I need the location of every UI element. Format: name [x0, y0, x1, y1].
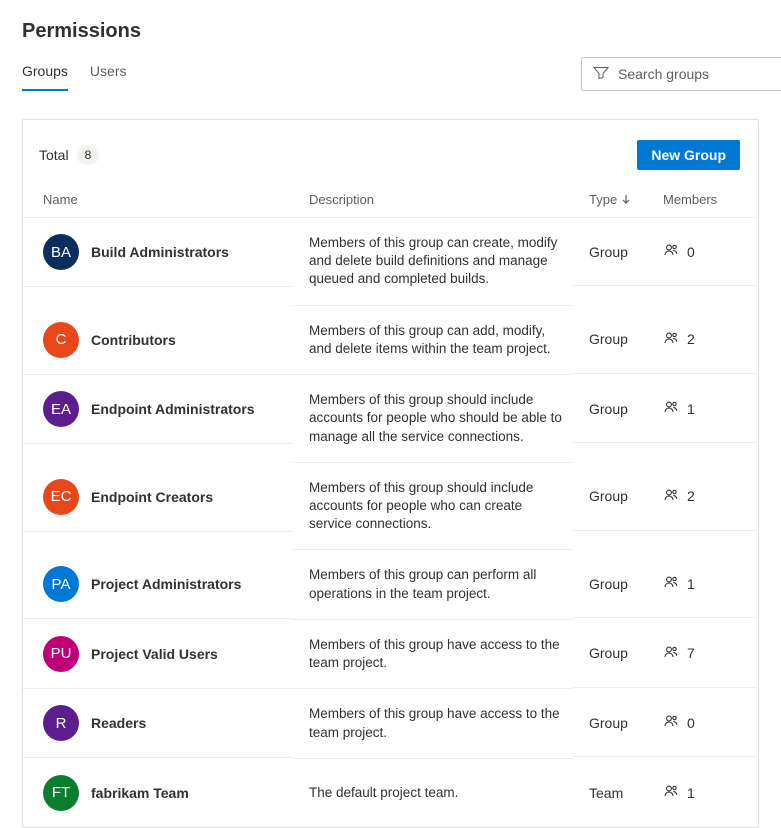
table-row-members: 0: [647, 689, 757, 757]
table-row-type: Group: [573, 550, 647, 618]
column-header-members[interactable]: Members: [647, 184, 757, 218]
filter-icon: [593, 65, 609, 84]
members-icon: [663, 330, 679, 349]
group-name: Build Administrators: [91, 244, 229, 260]
table-row-description: Members of this group have access to the…: [293, 620, 573, 689]
total-label: Total 8: [39, 145, 99, 165]
group-name: Endpoint Administrators: [91, 401, 255, 417]
new-group-button[interactable]: New Group: [637, 140, 740, 170]
table-row-type: Group: [573, 620, 647, 688]
avatar: FT: [43, 775, 79, 811]
avatar: EA: [43, 391, 79, 427]
avatar: PA: [43, 566, 79, 602]
tab-groups[interactable]: Groups: [22, 57, 68, 91]
table-row-description: Members of this group have access to the…: [293, 689, 573, 758]
table-row-name[interactable]: FT fabrikam Team: [23, 759, 293, 827]
search-input[interactable]: [581, 57, 781, 91]
members-icon: [663, 242, 679, 261]
members-icon: [663, 399, 679, 418]
table-row-members: 1: [647, 550, 757, 618]
table-row-description: Members of this group can add, modify, a…: [293, 306, 573, 375]
table-row-type: Group: [573, 463, 647, 531]
table-row-type: Team: [573, 759, 647, 827]
members-count: 0: [687, 715, 695, 731]
members-icon: [663, 574, 679, 593]
group-name: Project Administrators: [91, 576, 241, 592]
avatar: C: [43, 322, 79, 358]
members-count: 1: [687, 785, 695, 801]
table-row-description: Members of this group should include acc…: [293, 463, 573, 551]
table-row-members: 1: [647, 375, 757, 443]
members-icon: [663, 644, 679, 663]
members-icon: [663, 783, 679, 802]
members-icon: [663, 487, 679, 506]
table-row-description: Members of this group can create, modify…: [293, 218, 573, 306]
group-name: Contributors: [91, 332, 176, 348]
table-row-members: 2: [647, 306, 757, 374]
table-row-type: Group: [573, 218, 647, 286]
table-row-name[interactable]: EA Endpoint Administrators: [23, 375, 293, 444]
column-header-name[interactable]: Name: [23, 184, 293, 218]
column-header-type[interactable]: Type: [573, 184, 647, 218]
page-title: Permissions: [22, 20, 759, 43]
members-count: 1: [687, 401, 695, 417]
sort-descending-icon: [621, 192, 631, 207]
table-row-name[interactable]: PA Project Administrators: [23, 550, 293, 619]
tab-users[interactable]: Users: [90, 57, 127, 91]
avatar: BA: [43, 234, 79, 270]
table-row-members: 7: [647, 620, 757, 688]
table-row-description: Members of this group should include acc…: [293, 375, 573, 463]
members-count: 2: [687, 488, 695, 504]
table-row-type: Group: [573, 689, 647, 757]
group-name: Project Valid Users: [91, 646, 218, 662]
members-count: 1: [687, 576, 695, 592]
table-row-name[interactable]: EC Endpoint Creators: [23, 463, 293, 532]
members-icon: [663, 713, 679, 732]
group-name: Endpoint Creators: [91, 489, 213, 505]
members-count: 2: [687, 331, 695, 347]
avatar: R: [43, 705, 79, 741]
search-container: [581, 57, 781, 91]
table-row-type: Group: [573, 375, 647, 443]
avatar: PU: [43, 636, 79, 672]
table-row-members: 2: [647, 463, 757, 531]
total-text: Total: [39, 147, 69, 163]
table-row-description: Members of this group can perform all op…: [293, 550, 573, 619]
table-row-members: 1: [647, 759, 757, 827]
column-header-description[interactable]: Description: [293, 184, 573, 218]
avatar: EC: [43, 479, 79, 515]
total-count-badge: 8: [77, 145, 100, 165]
members-count: 0: [687, 244, 695, 260]
group-name: Readers: [91, 715, 146, 731]
table-row-description: The default project team.: [293, 759, 573, 827]
tabs: Groups Users: [22, 57, 126, 91]
table-row-name[interactable]: R Readers: [23, 689, 293, 758]
table-row-name[interactable]: PU Project Valid Users: [23, 620, 293, 689]
table-row-name[interactable]: BA Build Administrators: [23, 218, 293, 287]
table-row-members: 0: [647, 218, 757, 286]
table-row-type: Group: [573, 306, 647, 374]
column-header-type-label: Type: [589, 192, 617, 207]
members-count: 7: [687, 645, 695, 661]
group-name: fabrikam Team: [91, 785, 189, 801]
table-row-name[interactable]: C Contributors: [23, 306, 293, 375]
groups-panel: Total 8 New Group Name Description Type …: [22, 119, 759, 828]
